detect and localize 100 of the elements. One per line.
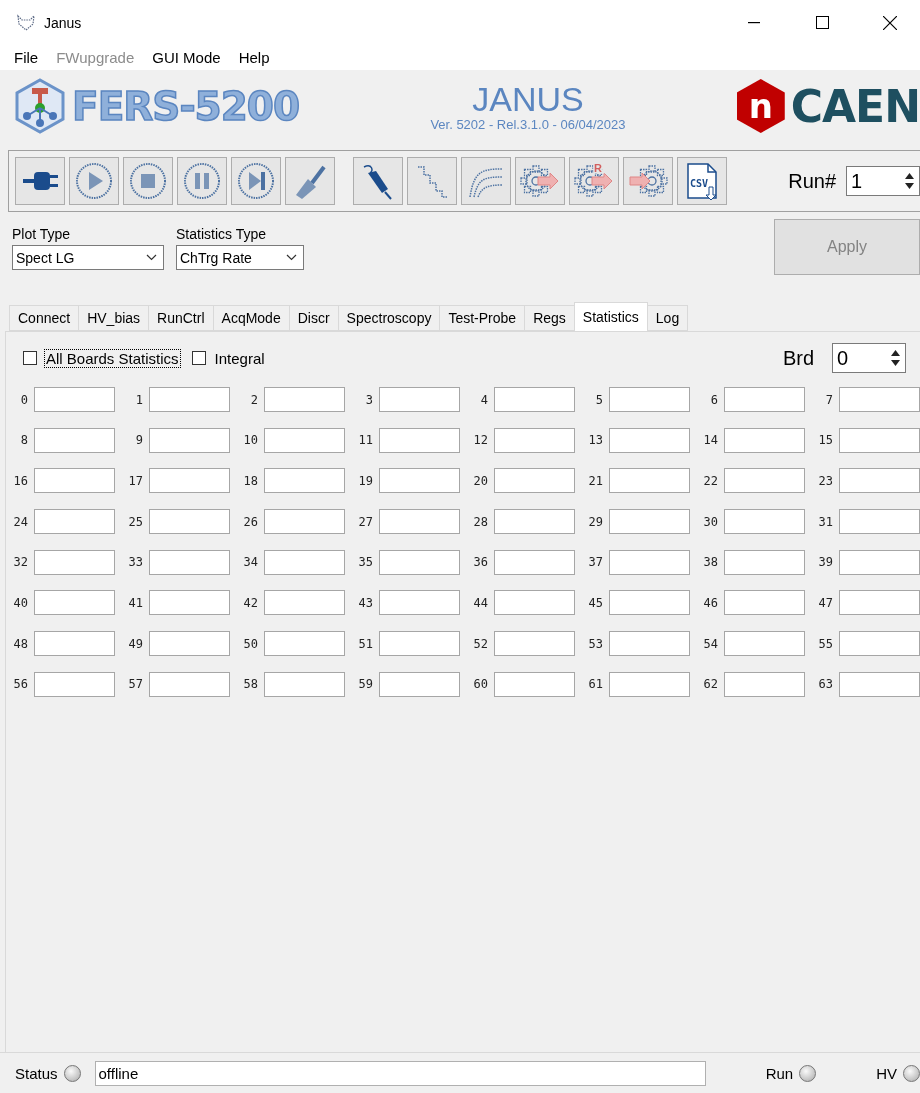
tab[interactable]: Test-Probe [439,305,526,331]
channel-field[interactable] [839,427,920,453]
channel-field[interactable] [34,590,115,616]
tab[interactable]: HV_bias [78,305,150,331]
channel-field[interactable] [494,590,575,616]
channel-field[interactable] [34,468,115,494]
channel-field[interactable] [839,671,920,697]
channel-label: 24 [12,514,28,529]
maximize-icon[interactable] [815,16,829,29]
spin-up-icon[interactable] [890,350,900,356]
channel-field[interactable] [839,468,920,494]
channel-field[interactable] [609,387,690,412]
menu-item[interactable]: GUI Mode [152,49,221,66]
plot-type-dropdown[interactable]: Spect LG [12,245,164,270]
channel-field[interactable] [839,549,920,575]
channel-field[interactable] [724,671,805,697]
channel-field[interactable] [379,468,460,494]
channel-field[interactable] [149,671,230,697]
toolbar-button[interactable] [353,157,403,205]
tab[interactable]: Discr [288,305,339,331]
channel-field[interactable] [379,671,460,697]
channel-field[interactable] [149,631,230,657]
channel-field[interactable] [609,427,690,453]
channel-field[interactable] [609,671,690,697]
channel-field[interactable] [264,549,345,575]
channel-label: 34 [242,555,258,570]
channel-field[interactable] [379,387,460,412]
checkbox[interactable] [23,351,37,365]
channel-field[interactable] [609,631,690,657]
minimize-icon[interactable] [748,21,760,24]
statistics-type-dropdown[interactable]: ChTrg Rate [176,245,304,270]
channel-field[interactable] [264,468,345,494]
tab[interactable]: Statistics [573,302,648,331]
channel-field[interactable] [494,549,575,575]
channel-field[interactable] [609,590,690,616]
tab[interactable]: AcqMode [212,305,290,331]
tab[interactable]: Log [646,305,689,331]
channel-field[interactable] [724,549,805,575]
channel-field[interactable] [379,427,460,453]
channel-field[interactable] [494,468,575,494]
channel-field[interactable] [724,387,805,412]
channel-field[interactable] [379,631,460,657]
channel-field[interactable] [379,590,460,616]
channel-label: 41 [127,595,143,610]
channel-field[interactable] [149,590,230,616]
channel-field[interactable] [264,427,345,453]
channel-field[interactable] [149,549,230,575]
tab[interactable]: Connect [9,305,80,331]
checkbox-label[interactable]: All Boards Statistics [45,349,180,367]
channel-field[interactable] [264,590,345,616]
channel-label: 31 [817,514,833,529]
channel-field[interactable] [494,427,575,453]
channel-field[interactable] [264,387,345,412]
channel-field[interactable] [149,427,230,453]
channel-field[interactable] [839,631,920,657]
checkbox[interactable] [191,351,206,365]
channel-field[interactable] [494,509,575,535]
channel-field[interactable] [609,549,690,575]
channel-field[interactable] [264,671,345,697]
channel-field[interactable] [34,387,115,412]
channel-field[interactable] [149,509,230,535]
channel-field[interactable] [379,509,460,535]
channel-label: 30 [702,514,718,529]
channel-field[interactable] [34,549,115,575]
menu-item[interactable]: File [14,49,39,66]
channel-field[interactable] [724,509,805,535]
spin-up-icon[interactable] [904,173,914,179]
channel-field[interactable] [724,427,805,453]
spin-down-icon[interactable] [904,183,914,189]
channel-field[interactable] [34,427,115,453]
run-number-field[interactable]: 1 [846,166,920,196]
channel-field[interactable] [149,387,230,412]
channel-field[interactable] [724,631,805,657]
channel-field[interactable] [724,468,805,494]
channel-field[interactable] [609,468,690,494]
channel-field[interactable] [34,509,115,535]
channel-field[interactable] [724,590,805,616]
channel-field[interactable] [34,631,115,657]
menu-item[interactable]: Help [238,49,270,66]
channel-field[interactable] [839,509,920,535]
close-icon[interactable] [883,15,897,30]
channel-field[interactable] [379,549,460,575]
channel-field[interactable] [494,387,575,412]
spin-down-icon[interactable] [890,360,900,366]
toolbar-button[interactable] [15,157,65,205]
channel-field[interactable] [839,590,920,616]
channel-field[interactable] [494,671,575,697]
checkbox-label[interactable]: Integral [213,349,266,367]
channel-field[interactable] [264,631,345,657]
tab[interactable]: Regs [524,305,575,331]
tab[interactable]: RunCtrl [148,305,214,331]
channel-field[interactable] [149,468,230,494]
run-label: Run# [788,169,836,193]
board-field[interactable]: 0 [832,343,906,373]
tab[interactable]: Spectroscopy [337,305,441,331]
channel-field[interactable] [494,631,575,657]
channel-field[interactable] [609,509,690,535]
channel-field[interactable] [34,671,115,697]
channel-field[interactable] [264,509,345,535]
channel-field[interactable] [839,387,920,412]
